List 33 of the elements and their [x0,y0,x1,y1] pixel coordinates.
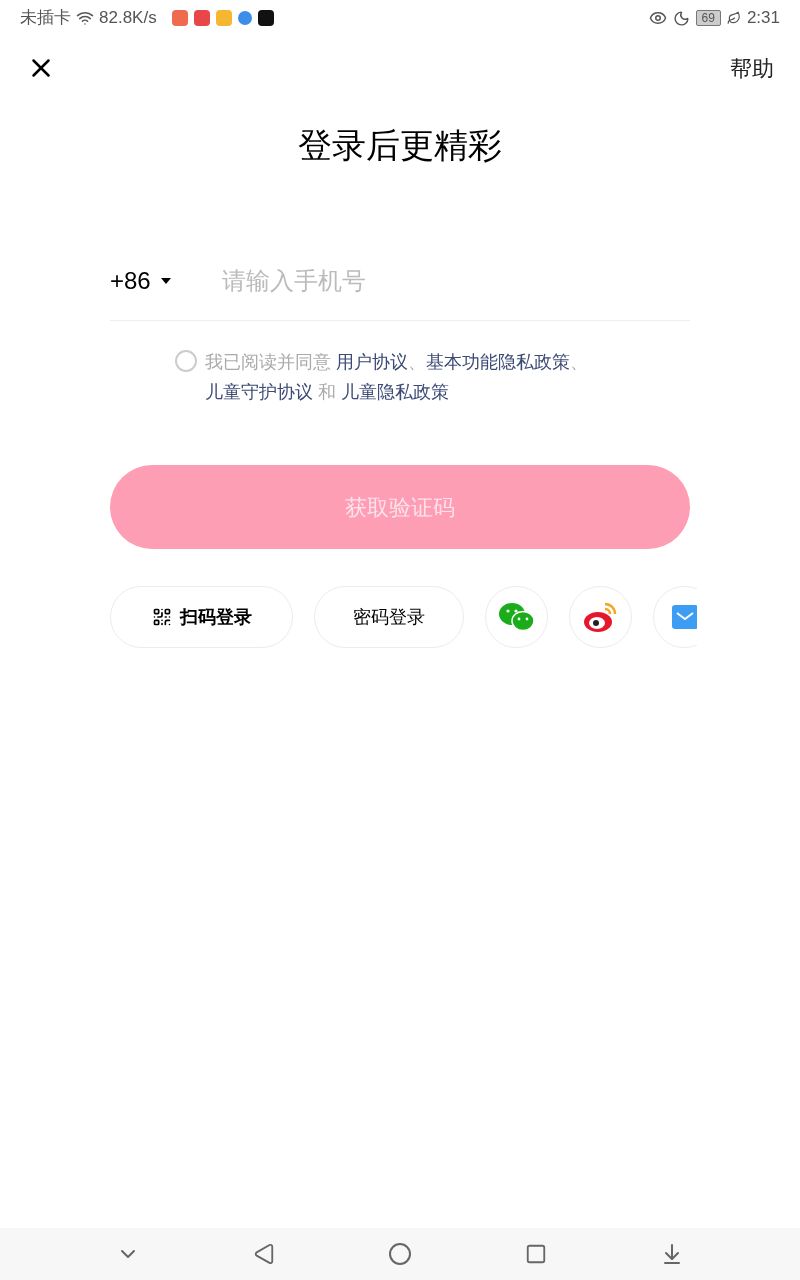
dropdown-caret-icon [160,277,171,284]
home-icon[interactable] [388,1242,412,1266]
leaf-icon [726,11,741,25]
policy-link[interactable]: 儿童隐私政策 [341,382,449,402]
app-icon [171,10,188,26]
chat-bubbles-icon [498,602,535,632]
clock-time: 2:31 [746,7,780,30]
policy-link[interactable]: 用户协议 [336,352,408,372]
help-link[interactable]: 帮助 [730,51,774,85]
moon-icon [672,9,690,27]
password-login-button[interactable]: 密码登录 [314,586,464,648]
policy-link[interactable]: 儿童守护协议 [205,382,313,402]
eye-icon [648,9,667,27]
app-icon [237,11,252,25]
wifi-icon [76,9,94,27]
country-code-selector[interactable]: +86 [110,262,222,299]
network-speed: 82.8K/s [99,7,157,30]
recent-apps-icon[interactable] [524,1243,547,1265]
battery-indicator: 69 [695,10,721,26]
mail-icon [671,605,697,629]
agreement-text: 我已阅读并同意 用户协议、基本功能隐私政策、 儿童守护协议 和 儿童隐私政策 [205,351,589,404]
policy-link[interactable]: 基本功能隐私政策 [426,352,570,372]
qr-code-icon [151,607,172,627]
phone-input[interactable]: 请输入手机号 [222,262,690,299]
page-title: 登录后更精彩 [298,125,502,166]
app-icon [257,10,274,26]
weibo-icon [582,601,619,633]
qr-login-button[interactable]: 扫码登录 [110,586,293,648]
back-icon[interactable] [253,1243,276,1265]
app-icon [193,10,210,26]
agreement-checkbox[interactable] [175,350,197,372]
app-icon [215,10,232,26]
carrier-text: 未插卡 [20,7,71,30]
